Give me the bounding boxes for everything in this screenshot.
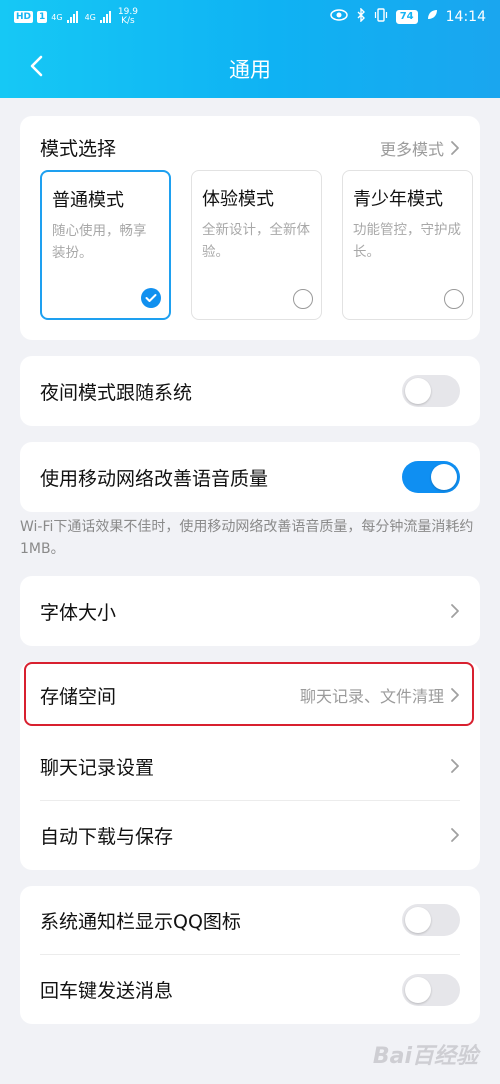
network-type-2: 4G [84, 12, 96, 22]
bluetooth-icon [356, 7, 366, 26]
status-bar: HD 1 4G 4G 19.9 K/s 74 14:14 [0, 0, 500, 34]
night-mode-card: 夜间模式跟随系统 [20, 356, 480, 426]
storage-subtitle: 聊天记录、文件清理 [299, 687, 444, 706]
mobile-voice-toggle[interactable] [402, 461, 460, 493]
sim-badge: 1 [37, 11, 48, 23]
enter-send-toggle[interactable] [402, 973, 460, 1006]
enter-send-row: 回车键发送消息 [20, 955, 480, 1024]
mode-option-normal[interactable]: 普通模式 随心使用，畅享装扮。 [40, 170, 171, 320]
hd-badge: HD [14, 11, 34, 23]
messaging-card: 系统通知栏显示QQ图标 回车键发送消息 [20, 886, 480, 1024]
mode-section-title: 模式选择 [40, 138, 117, 160]
chevron-right-icon [451, 828, 459, 842]
app-header: HD 1 4G 4G 19.9 K/s 74 14:14 通用 [0, 0, 500, 98]
signal-icon-2 [99, 11, 111, 23]
notify-icon-toggle[interactable] [402, 904, 460, 936]
auto-download-row[interactable]: 自动下载与保存 [20, 801, 480, 869]
night-mode-toggle[interactable] [402, 375, 460, 407]
chevron-right-icon [451, 688, 459, 702]
night-mode-row: 夜间模式跟随系统 [20, 356, 480, 426]
radio-empty-icon [293, 289, 313, 309]
mode-option-teen[interactable]: 青少年模式 功能管控，守护成长。 [342, 170, 473, 320]
watermark: Bai百经验 [372, 1044, 478, 1069]
font-size-card: 字体大小 [20, 576, 480, 646]
check-icon [141, 288, 161, 308]
mode-option-experience[interactable]: 体验模式 全新设计，全新体验。 [191, 170, 322, 320]
chevron-right-icon [451, 604, 459, 618]
leaf-icon [426, 9, 438, 25]
clock: 14:14 [445, 9, 486, 25]
chevron-right-icon [451, 759, 459, 773]
eye-icon [329, 9, 348, 25]
page-title: 通用 [229, 58, 271, 82]
network-type-1: 4G [51, 12, 63, 22]
chevron-right-icon [451, 140, 459, 155]
notify-icon-row: 系统通知栏显示QQ图标 [20, 886, 480, 954]
radio-empty-icon [444, 289, 464, 309]
font-size-row[interactable]: 字体大小 [20, 576, 480, 646]
mode-selection-card: 模式选择 更多模式 普通模式 随心使用，畅享装扮。 体验模式 全新设计，全新体验… [20, 116, 480, 340]
mobile-voice-note: Wi-Fi下通话效果不佳时，使用移动网络改善语音质量，每分钟流量消耗约1MB。 [20, 519, 474, 557]
mobile-voice-row: 使用移动网络改善语音质量 [20, 442, 480, 512]
chat-history-row[interactable]: 聊天记录设置 [20, 732, 480, 800]
battery-icon: 74 [395, 10, 418, 24]
network-speed: 19.9 K/s [117, 7, 138, 26]
mobile-voice-card: 使用移动网络改善语音质量 [20, 442, 480, 512]
signal-icon [66, 11, 78, 23]
more-modes-link[interactable]: 更多模式 [380, 136, 460, 160]
storage-card: 存储空间 聊天记录、文件清理 聊天记录设置 自动下载与保存 [20, 662, 480, 870]
storage-row[interactable]: 存储空间 聊天记录、文件清理 [20, 662, 480, 728]
vibrate-icon [374, 8, 388, 26]
